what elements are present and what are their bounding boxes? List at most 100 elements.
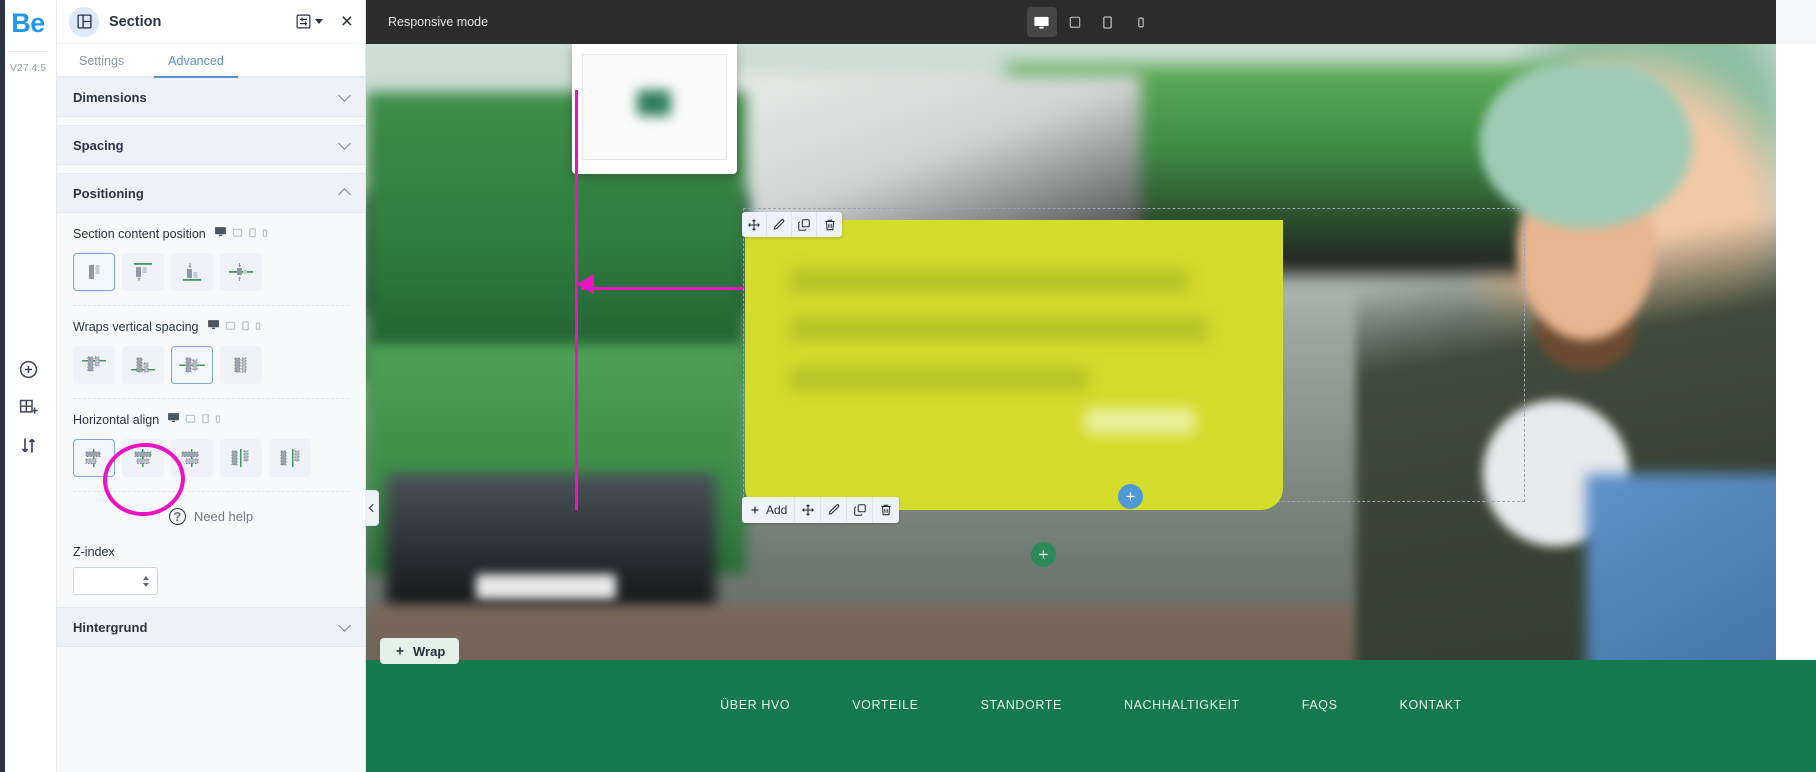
nav-item-kontakt[interactable]: KONTAKT <box>1400 698 1462 712</box>
option-justify-left[interactable] <box>220 439 262 477</box>
add-wrap-badge[interactable]: + <box>1118 484 1143 509</box>
plus-icon <box>751 506 759 514</box>
delete-icon[interactable] <box>817 212 842 237</box>
desktop-icon[interactable] <box>1026 7 1057 37</box>
tablet-icon[interactable] <box>241 318 250 336</box>
option-align-left[interactable] <box>73 439 115 477</box>
option-middle-aligned[interactable] <box>220 253 262 291</box>
option-wrap-top[interactable] <box>73 346 115 384</box>
option-wrap-bottom[interactable] <box>122 346 164 384</box>
guide-arrow-icon <box>577 274 594 294</box>
add-wrap-button[interactable]: Wrap <box>380 638 460 664</box>
edit-icon[interactable] <box>821 497 848 523</box>
plus-icon <box>396 647 404 655</box>
page-title: Section <box>109 13 162 30</box>
mobile-icon[interactable] <box>215 411 221 429</box>
move-icon[interactable] <box>742 212 767 237</box>
rail-actions <box>0 358 57 456</box>
z-index-label: Z-index <box>73 545 115 559</box>
vertical-guide-line <box>575 90 578 510</box>
chevron-left-icon <box>368 503 377 513</box>
need-help-link[interactable]: ? Need help <box>57 492 365 539</box>
desktop-icon[interactable] <box>207 318 220 336</box>
sliders-icon[interactable] <box>295 13 323 30</box>
tablet-icon[interactable] <box>248 225 257 243</box>
app-logo[interactable]: Be <box>11 10 45 37</box>
version-label: V27.4.5 <box>9 62 47 74</box>
left-rail: Be V27.4.5 <box>0 0 57 772</box>
close-icon[interactable]: × <box>341 11 353 32</box>
add-circle-icon[interactable] <box>18 358 40 380</box>
spinner-up-icon[interactable] <box>143 575 149 580</box>
tablet-landscape-icon[interactable] <box>185 411 196 429</box>
accordion-dimensions[interactable]: Dimensions <box>57 77 365 117</box>
tablet-landscape-icon[interactable] <box>225 318 236 336</box>
option-align-center[interactable] <box>122 439 164 477</box>
nav-item-standorte[interactable]: STANDORTE <box>981 698 1062 712</box>
field-header: Wraps vertical spacing <box>73 318 349 336</box>
option-bottom-aligned[interactable] <box>171 253 213 291</box>
spinner-buttons[interactable] <box>136 575 156 587</box>
section-content-position-options <box>73 253 349 291</box>
move-icon[interactable] <box>795 497 822 523</box>
nav-item-nachhaltigkeit[interactable]: NACHHALTIGKEIT <box>1124 698 1240 712</box>
add-button[interactable]: Add <box>742 497 796 523</box>
section-panel: Section × Settings Advanced Dimensions S… <box>57 0 379 772</box>
headline-line <box>789 268 1189 294</box>
nav-item-faqs[interactable]: FAQS <box>1302 698 1338 712</box>
spinner-down-icon[interactable] <box>143 582 149 587</box>
z-index-stepper[interactable] <box>73 567 158 595</box>
accordion-hintergrund[interactable]: Hintergrund <box>57 607 365 647</box>
horizontal-align-options <box>73 439 349 477</box>
z-index-input[interactable] <box>74 568 136 594</box>
reorder-icon[interactable] <box>18 434 40 456</box>
image-thumbnail-card[interactable] <box>572 44 737 174</box>
option-wrap-middle[interactable] <box>171 346 213 384</box>
accordion-positioning[interactable]: Positioning <box>57 173 365 213</box>
need-help-label: Need help <box>193 509 254 524</box>
option-wrap-none[interactable] <box>220 346 262 384</box>
accordion-spacing-label: Spacing <box>73 137 124 153</box>
delete-icon[interactable] <box>873 497 899 523</box>
tab-advanced[interactable]: Advanced <box>146 44 246 78</box>
highlighted-content-block[interactable] <box>745 220 1283 510</box>
panel-tabs: Settings Advanced <box>57 44 365 78</box>
option-justify-right[interactable] <box>269 439 311 477</box>
nav-item-vorteile[interactable]: VORTEILE <box>852 698 918 712</box>
duplicate-icon[interactable] <box>792 212 817 237</box>
chevron-down-icon <box>338 88 351 102</box>
device-selector <box>207 318 261 336</box>
option-align-right[interactable] <box>171 439 213 477</box>
desktop-icon[interactable] <box>214 225 227 243</box>
nav-item-uber-hvo[interactable]: ÜBER HVO <box>720 698 790 712</box>
tablet-icon[interactable] <box>1093 7 1123 37</box>
tablet-landscape-icon[interactable] <box>1060 7 1090 37</box>
field-wraps-vertical-spacing: Wraps vertical spacing <box>57 306 365 394</box>
spacer <box>57 165 365 173</box>
panel-header: Section × <box>57 0 365 44</box>
panel-collapse-button[interactable] <box>365 490 379 526</box>
cta-button-placeholder[interactable] <box>1085 408 1195 434</box>
headline-line <box>789 316 1209 342</box>
tablet-landscape-icon[interactable] <box>232 225 243 243</box>
duplicate-icon[interactable] <box>847 497 874 523</box>
spacer <box>57 117 365 125</box>
option-top-left[interactable] <box>73 253 115 291</box>
horizontal-align-label: Horizontal align <box>73 413 160 427</box>
edit-icon[interactable] <box>767 212 792 237</box>
add-section-badge[interactable]: + <box>1031 542 1056 567</box>
mobile-icon[interactable] <box>255 318 261 336</box>
tablet-icon[interactable] <box>201 411 210 429</box>
footer-navigation: ÜBER HVO VORTEILE STANDORTE NACHHALTIGKE… <box>366 698 1816 712</box>
truck-bumper <box>476 574 616 600</box>
stage-right-edge <box>1776 44 1816 724</box>
accordion-spacing[interactable]: Spacing <box>57 125 365 165</box>
option-top-aligned[interactable] <box>122 253 164 291</box>
desktop-icon[interactable] <box>167 411 180 429</box>
wraps-vertical-spacing-options <box>73 346 349 384</box>
add-section-icon[interactable] <box>18 396 40 418</box>
mobile-icon[interactable] <box>262 225 268 243</box>
tab-settings[interactable]: Settings <box>57 44 146 77</box>
mobile-icon[interactable] <box>1126 7 1156 37</box>
wraps-vertical-spacing-label: Wraps vertical spacing <box>73 320 199 334</box>
